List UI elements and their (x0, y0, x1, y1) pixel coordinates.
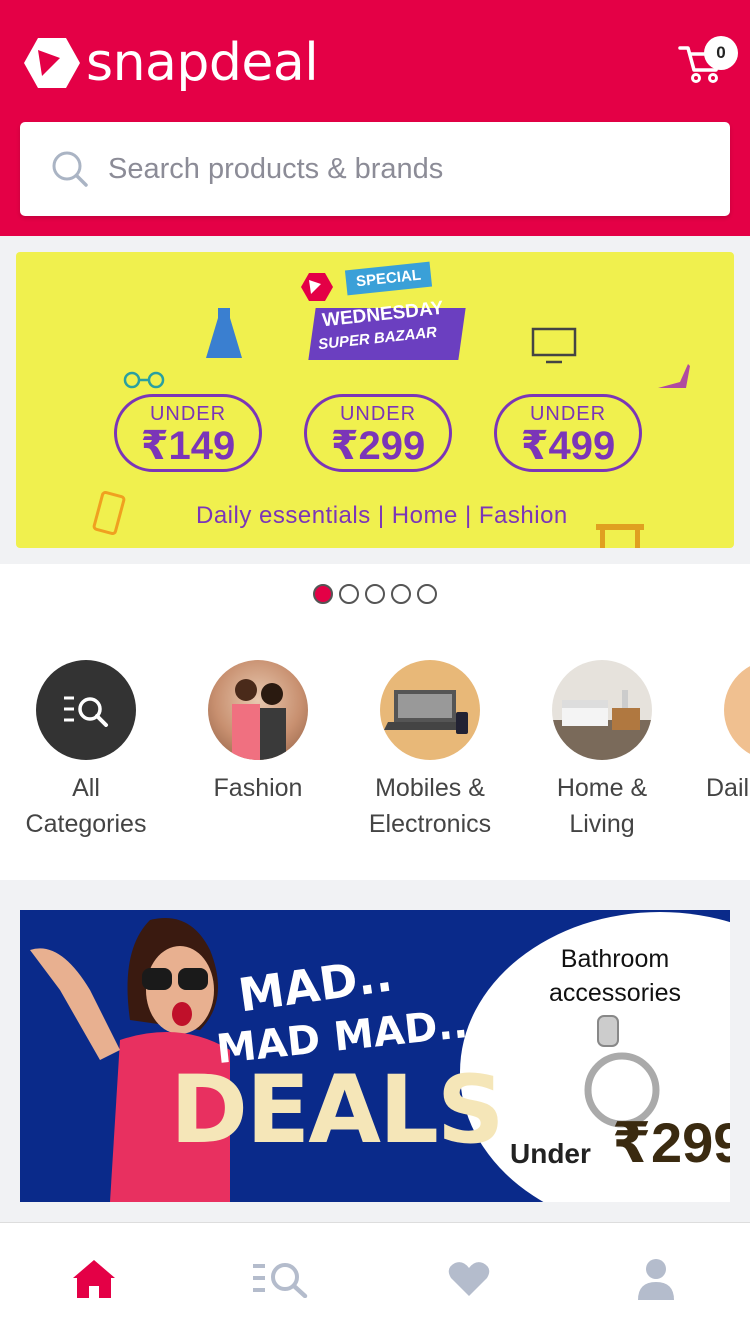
category-label: Mobiles & Electronics (368, 774, 492, 838)
offer-bubble-299[interactable]: UNDER ₹299 (304, 394, 452, 472)
nav-wishlist[interactable] (375, 1223, 563, 1334)
cart-count-badge: 0 (704, 36, 738, 70)
offer-price: ₹299 (330, 424, 426, 468)
offer-label: UNDER (339, 403, 417, 425)
app-header: snapdeal 0 Search products & brands (0, 0, 750, 236)
category-electronics[interactable]: Mobiles & Electronics (344, 660, 516, 842)
home-image (552, 660, 652, 760)
tv-icon (531, 327, 577, 364)
deals-section: MAD.. MAD MAD.. DEALS Bathroom accessori… (0, 880, 750, 1222)
offer-price: ₹149 (140, 424, 236, 468)
special-tag: SPECIAL (344, 261, 433, 296)
carousel-dot[interactable] (391, 584, 411, 604)
wednesday-bazaar-banner[interactable]: SPECIAL WEDNESDAY SUPER BAZAAR UNDER ₹14… (16, 252, 734, 548)
search-icon (52, 151, 88, 187)
search-input[interactable]: Search products & brands (108, 153, 443, 186)
snapdeal-logo-icon (24, 38, 80, 88)
nav-account[interactable] (563, 1223, 750, 1334)
carousel-dot[interactable] (339, 584, 359, 604)
snapdeal-logo[interactable]: snapdeal (22, 33, 319, 93)
offer-bubble-499[interactable]: UNDER ₹499 (494, 394, 642, 472)
banner-tagline: Daily essentials | Home | Fashion (196, 502, 568, 529)
deals-headline: DEALS (170, 1056, 505, 1165)
heart-icon (448, 1261, 489, 1296)
offer-bubble-149[interactable]: UNDER ₹149 (114, 394, 262, 472)
category-strip: All Categories Fashion Mobiles & Electro… (0, 624, 750, 880)
bottom-navigation (0, 1222, 750, 1334)
glasses-icon (123, 371, 165, 389)
brand-name: snapdeal (86, 33, 319, 93)
category-label: All Categories (25, 774, 147, 838)
cart-button[interactable]: 0 (678, 36, 738, 90)
nav-home[interactable] (0, 1223, 188, 1334)
carousel-dot[interactable] (417, 584, 437, 604)
dress-icon (206, 308, 242, 358)
promo-carousel[interactable]: SPECIAL WEDNESDAY SUPER BAZAAR UNDER ₹14… (0, 236, 750, 564)
user-icon (638, 1258, 675, 1300)
heel-icon (658, 364, 690, 388)
offer-price: ₹499 (520, 424, 616, 468)
mad-deals-banner[interactable]: MAD.. MAD MAD.. DEALS Bathroom accessori… (20, 910, 730, 1202)
daily-image (724, 660, 750, 760)
category-home[interactable]: Home & Living (516, 660, 688, 842)
deals-under-label: Under (510, 1138, 591, 1169)
carousel-indicators (0, 564, 750, 624)
category-daily[interactable]: Dail (688, 660, 750, 806)
offer-label: UNDER (149, 403, 227, 425)
fashion-image (208, 660, 308, 760)
category-label: Dail (706, 774, 750, 802)
deals-price: ₹299 (612, 1111, 730, 1174)
electronics-image (380, 660, 480, 760)
home-icon (72, 1259, 115, 1298)
all-categories-icon (36, 660, 136, 760)
table-icon (596, 524, 644, 548)
category-label: Home & Living (556, 774, 648, 838)
category-label: Fashion (213, 774, 303, 802)
phone-icon (92, 490, 126, 536)
nav-categories[interactable] (188, 1223, 376, 1334)
snapdeal-badge-icon (301, 273, 333, 301)
category-fashion[interactable]: Fashion (172, 660, 344, 806)
offer-label: UNDER (529, 403, 607, 425)
deals-product-title: Bathroom accessories (549, 945, 681, 1007)
category-all[interactable]: All Categories (0, 660, 172, 842)
search-bar[interactable]: Search products & brands (20, 122, 730, 216)
carousel-dot[interactable] (365, 584, 385, 604)
categories-icon (253, 1262, 308, 1298)
carousel-dot[interactable] (313, 584, 333, 604)
